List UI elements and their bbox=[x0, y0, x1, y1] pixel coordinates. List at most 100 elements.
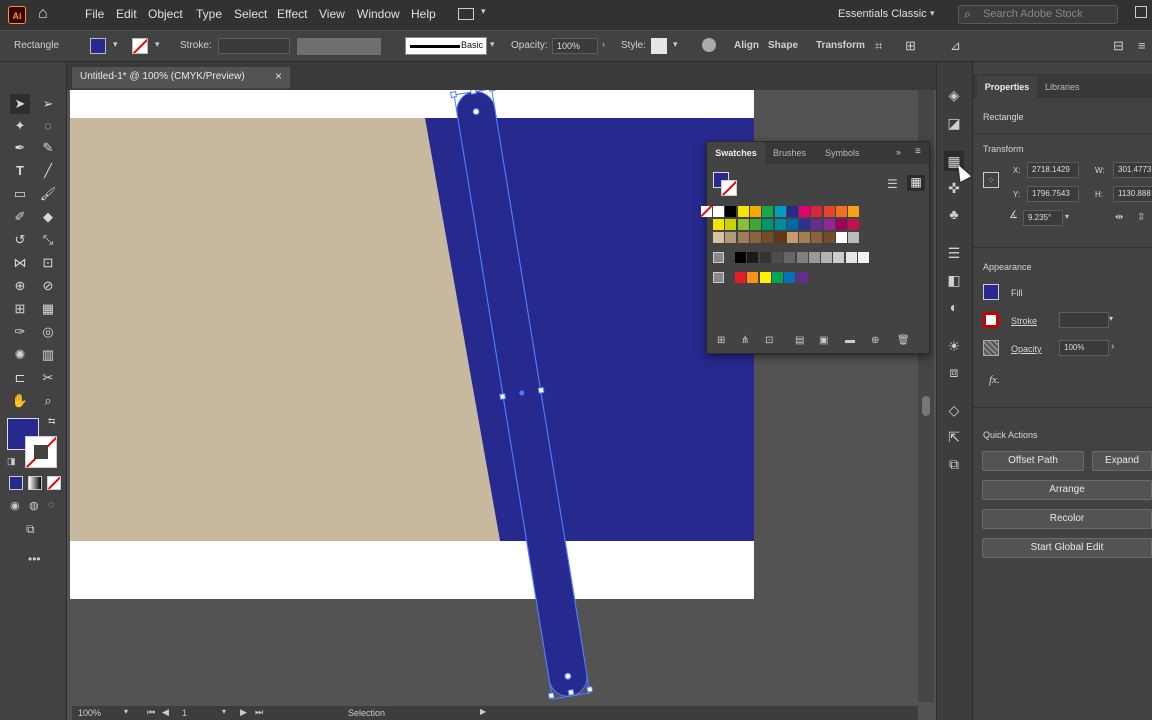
color-swatch[interactable] bbox=[848, 206, 860, 217]
color-swatch[interactable] bbox=[796, 252, 808, 263]
menu-help[interactable]: Help bbox=[411, 7, 436, 21]
tab-symbols[interactable]: Symbols bbox=[825, 148, 860, 158]
artboard-chevron-icon[interactable]: ▾ bbox=[222, 707, 226, 716]
edit-toolbar-icon[interactable]: ••• bbox=[28, 552, 41, 566]
offset-path-button[interactable]: Offset Path bbox=[982, 451, 1084, 471]
workspace-chevron-icon[interactable]: ▾ bbox=[930, 8, 935, 19]
stroke-chevron-icon[interactable]: ▾ bbox=[155, 39, 160, 50]
color-swatch[interactable] bbox=[786, 232, 798, 243]
transform-options-icon[interactable]: ⊿ bbox=[950, 38, 961, 54]
window-minimize-icon[interactable] bbox=[1135, 6, 1147, 18]
y-input[interactable]: 1796.7543 bbox=[1027, 186, 1079, 202]
color-swatch[interactable] bbox=[749, 219, 761, 230]
opacity-link-label[interactable]: Opacity bbox=[1011, 344, 1042, 354]
color-swatch[interactable] bbox=[747, 252, 759, 263]
curvature-tool-icon[interactable]: ✎ bbox=[38, 138, 58, 158]
fill-chevron-icon[interactable]: ▾ bbox=[113, 39, 118, 50]
color-swatch[interactable] bbox=[821, 252, 833, 263]
selection-tool-icon[interactable]: ➤ bbox=[10, 94, 30, 114]
menu-type[interactable]: Type bbox=[196, 7, 222, 21]
x-input[interactable]: 2718.1429 bbox=[1027, 162, 1079, 178]
color-swatch[interactable] bbox=[771, 272, 783, 283]
color-swatch[interactable] bbox=[858, 252, 869, 263]
color-swatch[interactable] bbox=[836, 232, 847, 243]
menu-view[interactable]: View bbox=[319, 7, 345, 21]
color-panel-icon[interactable]: ◈ bbox=[944, 85, 964, 105]
panel-options-icon[interactable]: ≡ bbox=[915, 146, 921, 157]
draw-normal-icon[interactable]: ◉ bbox=[10, 499, 20, 512]
rotate-tool-icon[interactable]: ↺ bbox=[10, 230, 30, 250]
color-swatch[interactable] bbox=[747, 272, 759, 283]
transform-button[interactable]: Transform bbox=[816, 40, 865, 51]
color-swatch[interactable] bbox=[786, 219, 798, 230]
width-tool-icon[interactable]: ⋈ bbox=[10, 253, 30, 273]
gradient-mode-icon[interactable] bbox=[28, 476, 42, 490]
none-mode-icon[interactable] bbox=[47, 476, 61, 490]
align-options-icon[interactable]: ⊞ bbox=[905, 38, 916, 54]
arrange-documents-icon[interactable] bbox=[458, 8, 474, 20]
tab-swatches[interactable]: Swatches bbox=[707, 142, 765, 164]
fill-color-swatch[interactable] bbox=[90, 38, 106, 54]
collapse-panel-icon[interactable]: » bbox=[896, 147, 901, 157]
menu-file[interactable]: File bbox=[85, 7, 104, 21]
next-artboard-icon[interactable]: ▶ bbox=[240, 707, 247, 718]
zoom-chevron-icon[interactable]: ▾ bbox=[124, 707, 128, 716]
color-swatch[interactable] bbox=[737, 206, 749, 217]
appearance-panel-icon[interactable]: ☀ bbox=[944, 336, 964, 356]
color-swatch[interactable] bbox=[713, 206, 724, 217]
home-icon[interactable]: ⌂ bbox=[38, 5, 48, 23]
appearance-opacity-input[interactable]: 100% bbox=[1059, 340, 1109, 356]
appearance-fill-swatch[interactable] bbox=[983, 284, 999, 300]
lasso-tool-icon[interactable]: ◌ bbox=[38, 116, 58, 136]
list-view-icon[interactable]: ☰ bbox=[887, 177, 898, 191]
color-swatch[interactable] bbox=[774, 232, 786, 243]
color-swatch[interactable] bbox=[713, 219, 724, 230]
color-swatch[interactable] bbox=[713, 232, 724, 243]
first-artboard-icon[interactable]: ⏮ bbox=[147, 707, 155, 718]
color-swatch[interactable] bbox=[774, 206, 786, 217]
color-swatch[interactable] bbox=[811, 219, 823, 230]
color-swatch[interactable] bbox=[759, 272, 771, 283]
color-swatch[interactable] bbox=[823, 219, 835, 230]
column-graph-tool-icon[interactable]: ▥ bbox=[38, 345, 58, 365]
style-chevron-icon[interactable]: ▾ bbox=[673, 39, 678, 50]
panel-menu-icon[interactable]: ≡ bbox=[1138, 38, 1146, 53]
h-input[interactable]: 1130.888 bbox=[1113, 186, 1152, 202]
asset-export-icon[interactable]: ⇱ bbox=[944, 427, 964, 447]
effects-fx-button[interactable]: fx. bbox=[989, 374, 1000, 386]
none-swatch[interactable] bbox=[701, 206, 712, 217]
reference-point-icon[interactable]: ⁘ bbox=[983, 172, 999, 188]
expand-button[interactable]: Expand bbox=[1092, 451, 1152, 471]
menu-select[interactable]: Select bbox=[234, 7, 267, 21]
color-swatch[interactable] bbox=[762, 219, 774, 230]
chevron-down-icon[interactable]: ▾ bbox=[481, 6, 486, 17]
transparency-panel-icon[interactable]: ◐ bbox=[944, 297, 964, 317]
angle-chevron-icon[interactable]: ▾ bbox=[1065, 212, 1069, 221]
recolor-artwork-icon[interactable] bbox=[702, 38, 716, 52]
delete-swatch-icon[interactable]: 🗑 bbox=[897, 335, 910, 346]
align-button[interactable]: Align bbox=[734, 40, 759, 51]
shape-builder-tool-icon[interactable]: ⊕ bbox=[10, 276, 30, 296]
draw-behind-icon[interactable]: ◍ bbox=[29, 499, 39, 512]
search-stock-input[interactable]: Search Adobe Stock bbox=[958, 5, 1118, 24]
color-swatch[interactable] bbox=[823, 206, 835, 217]
new-color-group-icon[interactable]: ▣ bbox=[819, 335, 828, 346]
graphic-style-swatch[interactable] bbox=[651, 38, 667, 54]
mesh-tool-icon[interactable]: ▦ bbox=[38, 299, 58, 319]
swap-colors-icon[interactable]: ⇆ bbox=[48, 416, 56, 427]
tab-brushes[interactable]: Brushes bbox=[773, 148, 806, 158]
pen-tool-icon[interactable]: ✒ bbox=[10, 138, 30, 158]
color-swatch[interactable] bbox=[762, 206, 774, 217]
arrange-icon[interactable]: ⊟ bbox=[1113, 38, 1124, 54]
color-guide-icon[interactable]: ◪ bbox=[944, 113, 964, 133]
grid-view-icon[interactable]: ▦ bbox=[907, 175, 925, 191]
isolate-object-icon[interactable]: ⌗ bbox=[875, 38, 882, 54]
draw-inside-icon[interactable]: ◌ bbox=[48, 499, 55, 511]
tab-properties[interactable]: Properties bbox=[977, 76, 1037, 98]
hand-tool-icon[interactable]: ✋ bbox=[10, 391, 30, 411]
perspective-grid-tool-icon[interactable]: ⊞ bbox=[10, 299, 30, 319]
color-group-folder-icon[interactable] bbox=[713, 272, 724, 283]
free-transform-tool-icon[interactable]: ⊡ bbox=[38, 253, 58, 273]
w-input[interactable]: 301.4773 bbox=[1113, 162, 1152, 178]
recolor-button[interactable]: Recolor bbox=[982, 509, 1152, 529]
